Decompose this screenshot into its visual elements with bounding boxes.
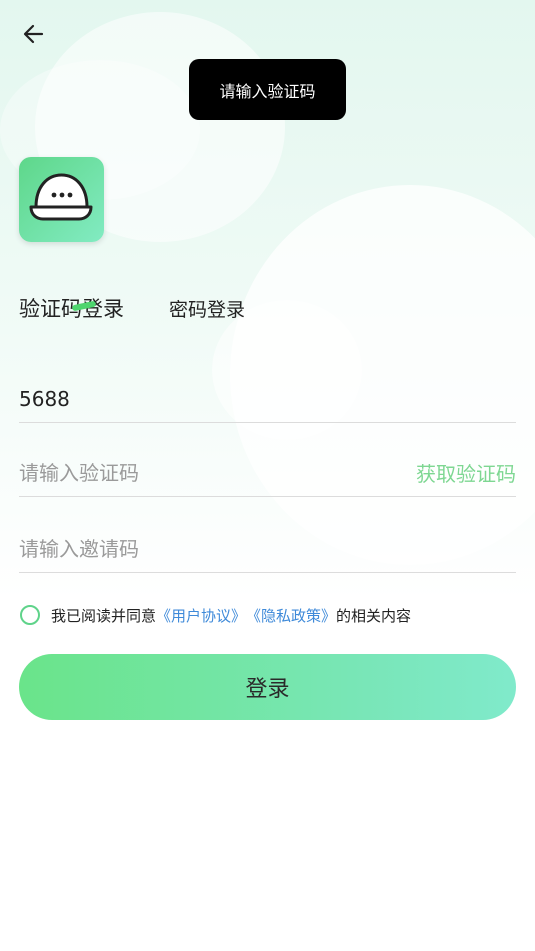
- phone-input[interactable]: [19, 382, 399, 416]
- privacy-policy-link[interactable]: 《隐私政策》: [246, 605, 336, 626]
- login-button[interactable]: 登录: [19, 654, 516, 720]
- toast-message: 请输入验证码: [189, 59, 346, 120]
- tab-password-login[interactable]: 密码登录: [169, 295, 245, 322]
- arrow-left-icon: [23, 24, 44, 44]
- verification-code-input[interactable]: [19, 456, 399, 490]
- agreement-prefix: 我已阅读并同意: [51, 606, 157, 625]
- app-logo: [19, 157, 104, 242]
- agreement-row: 我已阅读并同意 《用户协议》 《隐私政策》 的相关内容: [20, 604, 411, 626]
- agreement-suffix: 的相关内容: [336, 606, 412, 625]
- user-agreement-link[interactable]: 《用户协议》: [156, 605, 246, 626]
- invite-code-input[interactable]: [19, 532, 399, 566]
- phone-field-row: [19, 382, 516, 423]
- agree-radio[interactable]: [20, 605, 40, 625]
- invite-field-row: [19, 532, 516, 573]
- code-field-row: 获取验证码: [19, 456, 516, 497]
- get-code-button[interactable]: 获取验证码: [416, 458, 516, 487]
- back-button[interactable]: [20, 20, 48, 48]
- helmet-logo-icon: [29, 173, 93, 221]
